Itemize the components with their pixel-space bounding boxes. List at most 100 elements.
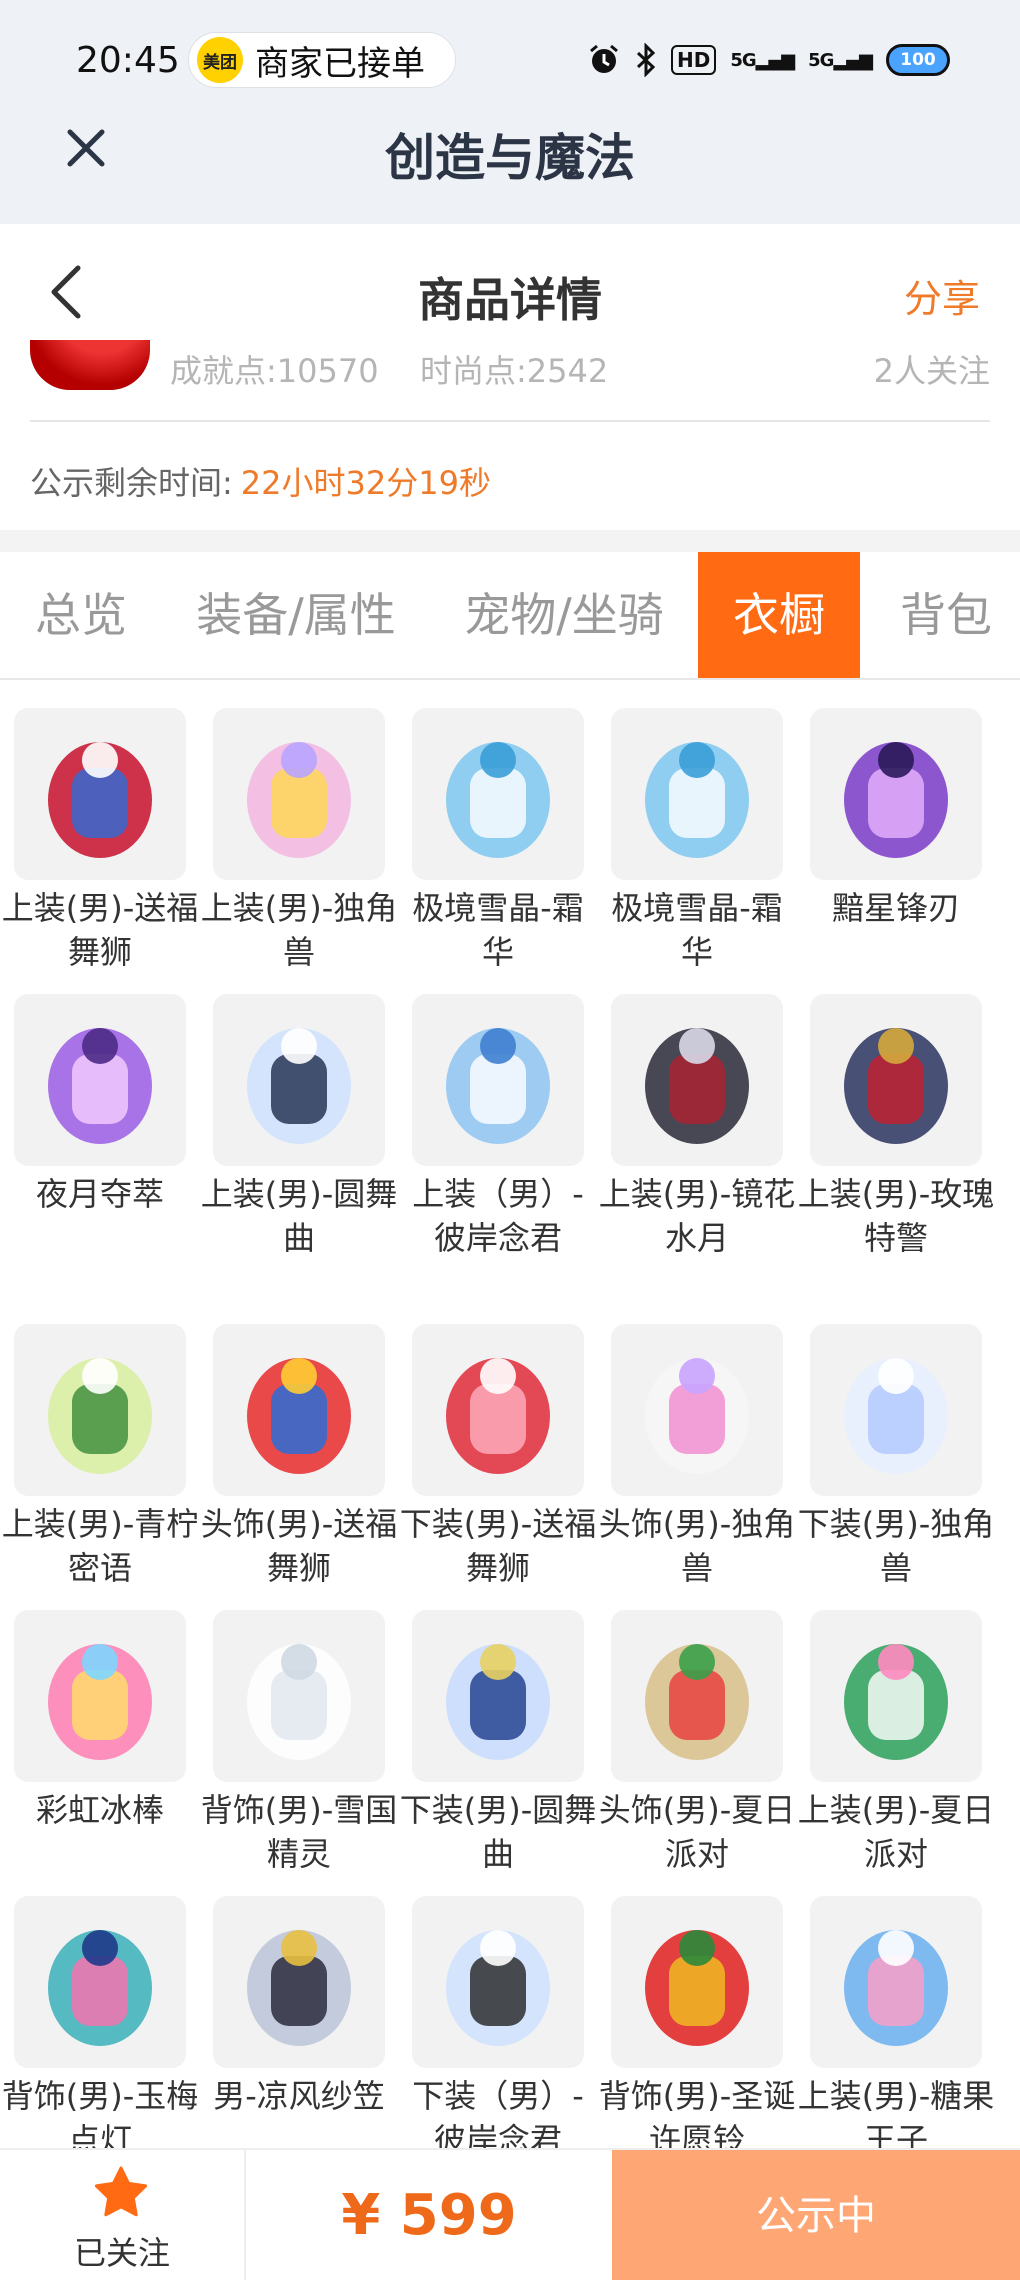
red-pants-icon [412, 1324, 584, 1496]
straw-hat-icon [611, 1610, 783, 1782]
avatar [30, 340, 150, 390]
wardrobe-item[interactable]: 上装(男)-糖果王子 [796, 1896, 996, 2148]
status-bar: 20:45 美团 商家已接单 HD 5G ▂▄▆ 5G ▂▄▆ 100 [0, 0, 1020, 120]
section-separator [0, 530, 1020, 552]
lion-dance-top-icon [14, 708, 186, 880]
wardrobe-item[interactable]: 夜月夺萃 [0, 994, 200, 1216]
wardrobe-item[interactable]: 上装(男)-夏日派对 [796, 1610, 996, 1876]
wardrobe-grid: 上装(男)-送福舞狮 上装(男)-独角兽 极境雪晶-霜华 极境雪晶-霜华 黯星锋刃 夜月夺… [0, 708, 1020, 2148]
wardrobe-item[interactable]: 头饰(男)-独角兽 [597, 1324, 797, 1590]
tab-overview[interactable]: 总览 [0, 552, 162, 678]
meituan-logo: 美团 [197, 37, 243, 83]
wardrobe-item-label: 夜月夺萃 [35, 1175, 164, 1213]
countdown-label: 公示剩余时间: [30, 464, 233, 502]
wardrobe-item-label: 下装（男）-彼岸念君 [412, 2077, 584, 2148]
wardrobe-item-label: 头饰(男)-夏日派对 [598, 1791, 796, 1873]
wardrobe-item-label: 背饰(男)-雪国精灵 [200, 1791, 398, 1873]
wardrobe-item-label: 背饰(男)-玉梅点灯 [1, 2077, 199, 2148]
wardrobe-item[interactable]: 下装(男)-独角兽 [796, 1324, 996, 1590]
purple-scythe-icon [14, 994, 186, 1166]
wardrobe-item-label: 上装(男)-圆舞曲 [200, 1175, 398, 1257]
wardrobe-item[interactable]: 头饰(男)-送福舞狮 [199, 1324, 399, 1590]
wardrobe-item-label: 下装(男)-独角兽 [797, 1505, 995, 1587]
wardrobe-item[interactable]: 背饰(男)-玉梅点灯 [0, 1896, 200, 2148]
wardrobe-item[interactable]: 黯星锋刃 [796, 708, 996, 930]
wardrobe-item-label: 头饰(男)-独角兽 [598, 1505, 796, 1587]
tab-equipment[interactable]: 装备/属性 [176, 552, 416, 678]
mini-program-title: 创造与魔法 [385, 129, 635, 187]
page-title: 商品详情 [418, 273, 602, 327]
follow-button[interactable]: 已关注 [0, 2150, 244, 2280]
wardrobe-item[interactable]: 上装(男)-送福舞狮 [0, 708, 200, 974]
net1-label: 5G [730, 49, 756, 71]
status-time: 20:45 [76, 40, 180, 81]
wardrobe-item[interactable]: 头饰(男)-夏日派对 [597, 1610, 797, 1876]
unicorn-top-icon [213, 708, 385, 880]
white-wings-icon [213, 1610, 385, 1782]
star-icon [92, 2164, 150, 2222]
lantern-icon [14, 1896, 186, 2068]
wardrobe-item-label: 男-凉风纱笠 [213, 2077, 385, 2115]
share-button[interactable]: 分享 [904, 268, 980, 323]
veil-hat-icon [213, 1896, 385, 2068]
wardrobe-item-label: 上装（男）-彼岸念君 [412, 1175, 584, 1257]
wardrobe-item-label: 上装(男)-送福舞狮 [1, 889, 199, 971]
battery-icon: 100 [886, 44, 950, 76]
wardrobe-item[interactable]: 上装(男)-圆舞曲 [199, 994, 399, 1260]
rainbow-popsicle-icon [14, 1610, 186, 1782]
wardrobe-item-label: 上装(男)-玫瑰特警 [797, 1175, 995, 1257]
wardrobe-item[interactable]: 下装(男)-圆舞曲 [398, 1610, 598, 1876]
wardrobe-item[interactable]: 极境雪晶-霜华 [398, 708, 598, 974]
publicity-countdown: 公示剩余时间: 22小时32分19秒 [30, 458, 491, 504]
wardrobe-item[interactable]: 上装(男)-镜花水月 [597, 994, 797, 1260]
ice-bow-icon [611, 708, 783, 880]
achievement-points: 成就点:10570 [170, 352, 379, 390]
bottom-action-bar: 已关注 ¥ 599 公示中 [0, 2148, 1020, 2280]
waltz-top-icon [213, 994, 385, 1166]
wardrobe-item-label: 上装(男)-糖果王子 [797, 2077, 995, 2148]
alarm-icon [587, 42, 621, 78]
wardrobe-item[interactable]: 上装(男)-青柠密语 [0, 1324, 200, 1590]
wardrobe-item-label: 极境雪晶-霜华 [412, 889, 584, 971]
divider [30, 420, 990, 422]
wardrobe-item[interactable]: 下装(男)-送福舞狮 [398, 1324, 598, 1590]
wardrobe-item[interactable]: 上装(男)-独角兽 [199, 708, 399, 974]
wardrobe-item[interactable]: 极境雪晶-霜华 [597, 708, 797, 974]
wardrobe-item[interactable]: 上装（男）-彼岸念君 [398, 994, 598, 1260]
purple-blade-icon [810, 708, 982, 880]
wardrobe-item[interactable]: 下装（男）-彼岸念君 [398, 1896, 598, 2148]
wardrobe-item[interactable]: 男-凉风纱笠 [199, 1896, 399, 2118]
net2-label: 5G [808, 49, 834, 71]
ice-bow-icon [412, 708, 584, 880]
light-shorts-icon [412, 1610, 584, 1782]
publicity-status-button[interactable]: 公示中 [612, 2150, 1020, 2280]
fashion-points: 时尚点:2542 [420, 352, 609, 390]
tab-wardrobe[interactable]: 衣橱 [698, 552, 860, 678]
follower-count: 2人关注 [873, 352, 990, 390]
meituan-order-pill[interactable]: 美团 商家已接单 [188, 32, 456, 88]
wardrobe-item-label: 上装(男)-青柠密语 [1, 1505, 199, 1587]
tab-backpack[interactable]: 背包 [872, 552, 1020, 678]
blue-robe-icon [412, 994, 584, 1166]
wardrobe-item[interactable]: 上装(男)-玫瑰特警 [796, 994, 996, 1260]
wardrobe-item[interactable]: 彩虹冰棒 [0, 1610, 200, 1832]
wardrobe-item-label: 黯星锋刃 [831, 889, 960, 927]
candy-prince-icon [810, 1896, 982, 2068]
tab-pets-mounts[interactable]: 宠物/坐骑 [444, 552, 684, 678]
system-icons: HD 5G ▂▄▆ 5G ▂▄▆ 100 [587, 42, 950, 78]
wardrobe-item-label: 背饰(男)-圣诞许愿铃 [598, 2077, 796, 2148]
wardrobe-item-label: 极境雪晶-霜华 [611, 889, 783, 971]
unicorn-hood-icon [611, 1324, 783, 1496]
wardrobe-item[interactable]: 背饰(男)-雪国精灵 [199, 1610, 399, 1876]
wardrobe-item[interactable]: 背饰(男)-圣诞许愿铃 [597, 1896, 797, 2148]
summer-shirt-icon [810, 1610, 982, 1782]
price: ¥ 599 [341, 2183, 517, 2248]
wardrobe-item-label: 彩虹冰棒 [35, 1791, 164, 1829]
page-nav-bar: 商品详情 分享 [0, 224, 1020, 354]
countdown-value: 22小时32分19秒 [240, 464, 491, 502]
blue-pants-icon [412, 1896, 584, 2068]
lion-hat-icon [213, 1324, 385, 1496]
lime-top-icon [14, 1324, 186, 1496]
wardrobe-item-label: 上装(男)-独角兽 [200, 889, 398, 971]
christmas-bells-icon [611, 1896, 783, 2068]
